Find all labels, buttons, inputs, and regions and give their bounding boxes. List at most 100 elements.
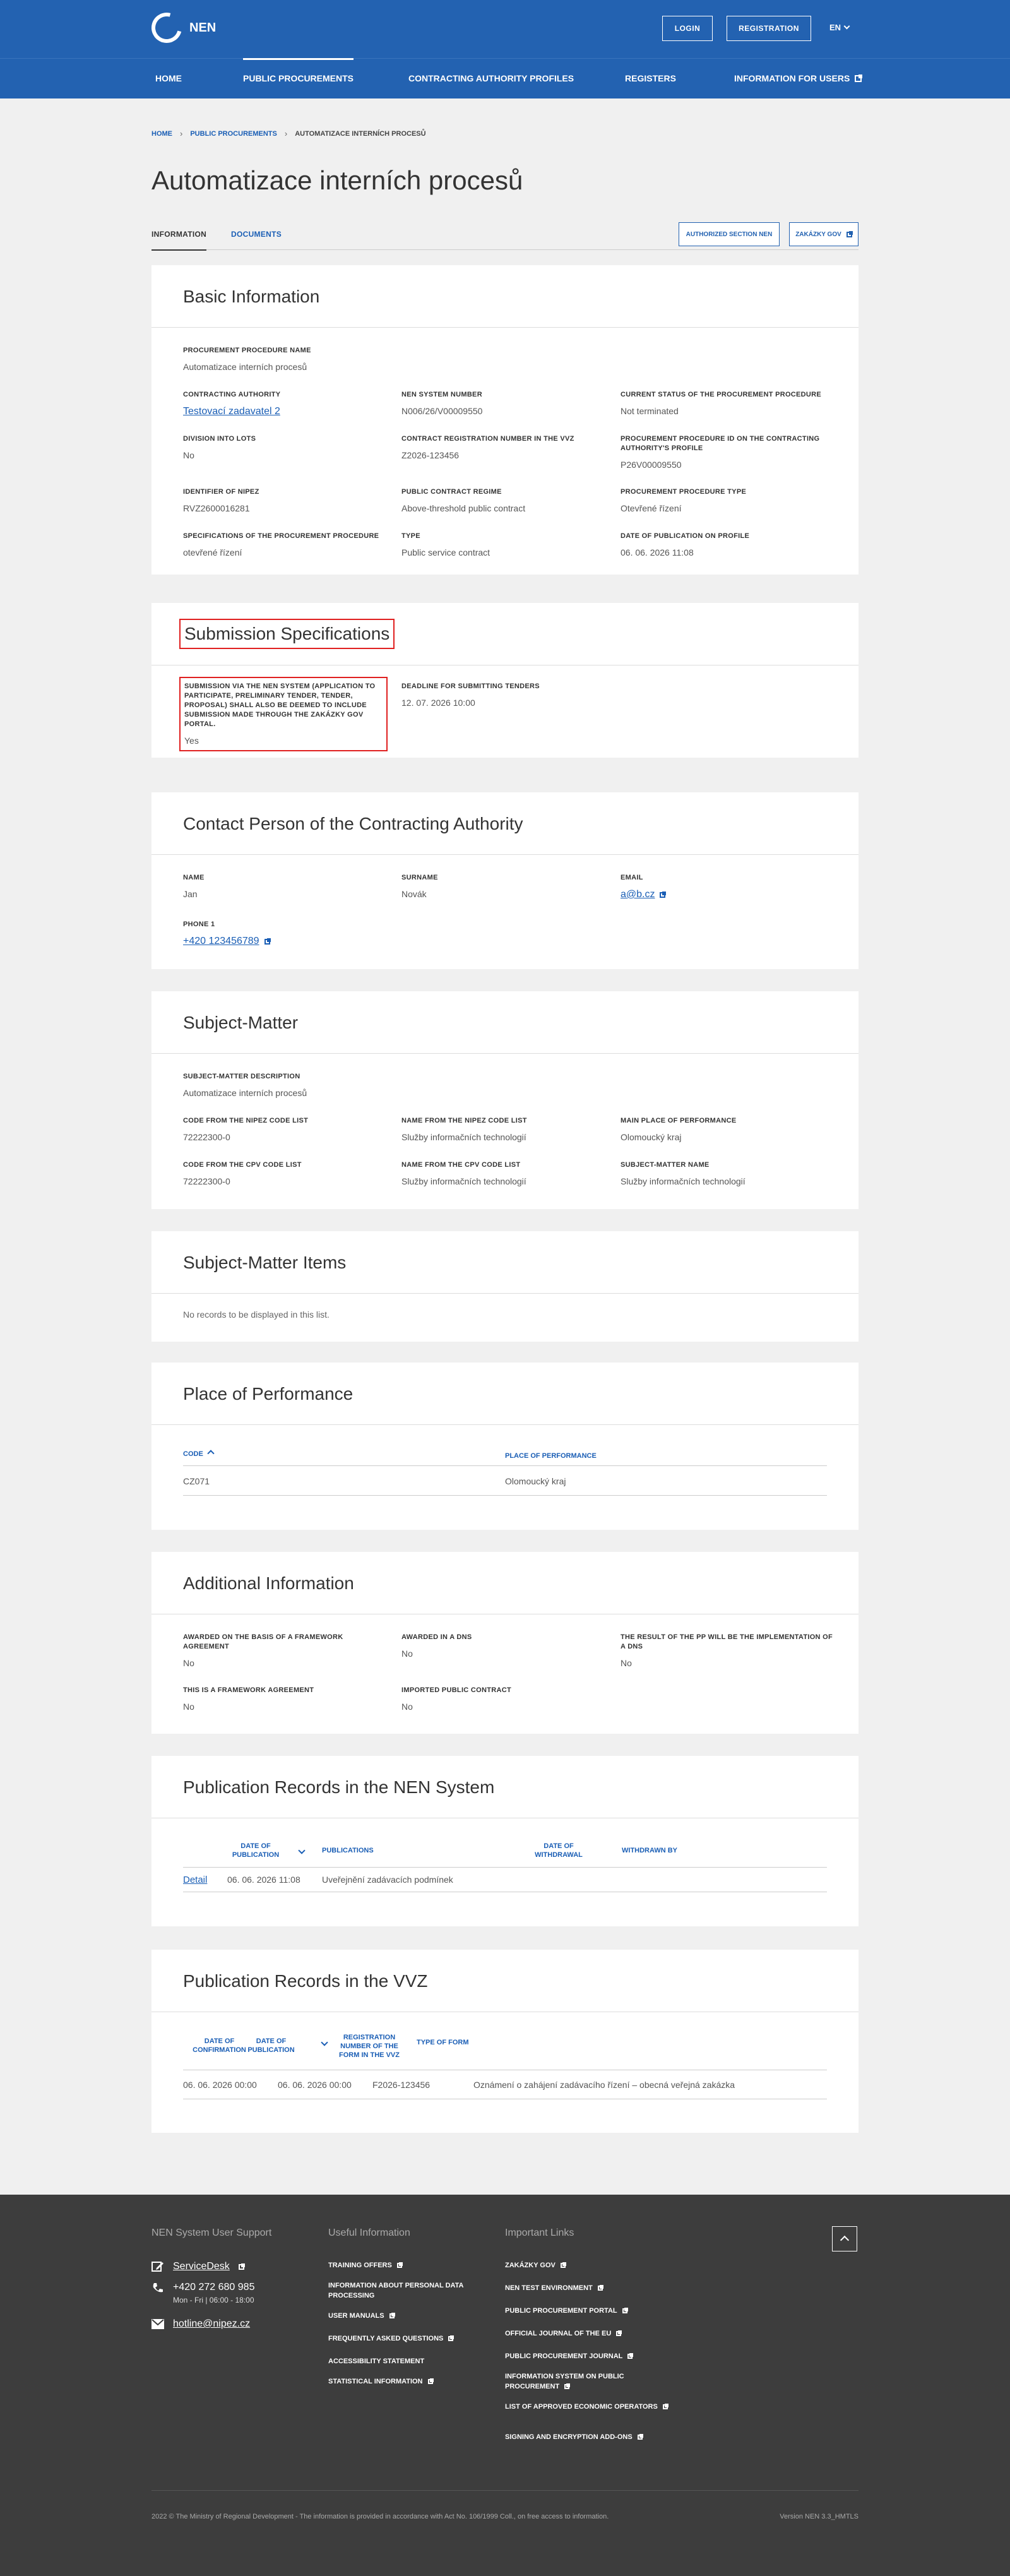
nav-information-for-users[interactable]: INFORMATION FOR USERS <box>734 58 863 98</box>
column-header-date-of-publication[interactable]: DATE OF PUBLICATION <box>230 1842 281 1859</box>
breadcrumb: HOME › PUBLIC PROCUREMENTS › AUTOMATIZAC… <box>152 129 426 138</box>
card-title: Submission Specifications <box>179 619 395 649</box>
field-value: Služby informačních technologií <box>621 1176 746 1186</box>
submission-card: Submission Specifications SUBMISSION VIA… <box>152 603 858 758</box>
footer-link-oj-eu[interactable]: OFFICIAL JOURNAL OF THE EU <box>505 2329 622 2339</box>
footer-link-nen-test[interactable]: NEN TEST ENVIRONMENT <box>505 2283 603 2293</box>
cell-type-of-form: Oznámení o zahájení zadávacího řízení – … <box>473 2080 735 2090</box>
nav-public-procurements[interactable]: PUBLIC PROCUREMENTS <box>243 58 354 98</box>
field-cpv-name: NAME FROM THE CPV CODE LIST Služby inform… <box>401 1160 603 1187</box>
footer-link-statistical[interactable]: STATISTICAL INFORMATION <box>328 2376 434 2387</box>
footer-link-signing-addons[interactable]: SIGNING AND ENCRYPTION ADD-ONS <box>505 2432 643 2442</box>
tab-information[interactable]: INFORMATION <box>152 230 207 251</box>
email-contact[interactable]: hotline@nipez.cz <box>152 2318 250 2330</box>
sort-descending-icon[interactable] <box>321 2039 328 2046</box>
phone-link[interactable]: +420 123456789 <box>183 936 259 946</box>
field-label: SUBJECT-MATTER NAME <box>621 1161 710 1169</box>
field-value: No <box>183 1702 194 1712</box>
field-surname: SURNAME Novák <box>401 873 603 900</box>
nav-registers[interactable]: REGISTERS <box>625 58 676 98</box>
field-label: PROCUREMENT PROCEDURE ID ON THE CONTRACT… <box>621 435 820 452</box>
subject-matter-card: Subject-Matter SUBJECT-MATTER DESCRIPTIO… <box>152 991 858 1209</box>
breadcrumb-home[interactable]: HOME <box>152 130 172 138</box>
link-label: NEN TEST ENVIRONMENT <box>505 2284 593 2292</box>
phone-contact[interactable]: +420 272 680 985 Mon - Fri | 06:00 - 18:… <box>152 2282 254 2305</box>
field-contracting-authority: CONTRACTING AUTHORITY Testovací zadavatel… <box>183 390 385 417</box>
logo-text: NEN <box>189 20 217 35</box>
detail-link[interactable]: Detail <box>183 1875 207 1885</box>
cell-code: CZ071 <box>183 1476 210 1486</box>
column-header-date-of-withdrawal[interactable]: DATE OF WITHDRAWAL <box>533 1842 584 1859</box>
external-link-icon <box>238 2263 245 2270</box>
column-header-place[interactable]: PLACE OF PERFORMANCE <box>505 1452 597 1460</box>
breadcrumb-public-procurements[interactable]: PUBLIC PROCUREMENTS <box>190 130 277 138</box>
field-subject-name: SUBJECT-MATTER NAME Služby informačních t… <box>621 1160 835 1187</box>
field-label: THIS IS A FRAMEWORK AGREEMENT <box>183 1686 314 1694</box>
field-procedure-name: PROCUREMENT PROCEDURE NAME Automatizace i… <box>183 346 385 373</box>
chevron-right-icon: › <box>180 129 183 138</box>
card-title: Additional Information <box>183 1573 354 1593</box>
column-header-date-of-confirmation[interactable]: DATE OF CONFIRMATION <box>189 2037 249 2054</box>
field-nen-number: NEN SYSTEM NUMBER N006/26/V00009550 <box>401 390 603 417</box>
column-header-withdrawn-by[interactable]: WITHDRAWN BY <box>622 1846 677 1855</box>
footer-link-personal-data[interactable]: INFORMATION ABOUT PERSONAL DATA PROCESSI… <box>328 2281 473 2301</box>
footer-link-accessibility[interactable]: ACCESSIBILITY STATEMENT <box>328 2356 424 2366</box>
contact-card: Contact Person of the Contracting Author… <box>152 792 858 969</box>
link-label: SIGNING AND ENCRYPTION ADD-ONS <box>505 2433 633 2441</box>
column-header-code[interactable]: CODE <box>183 1450 215 1458</box>
external-link-icon <box>855 74 863 82</box>
field-label: NAME FROM THE CPV CODE LIST <box>401 1161 521 1169</box>
field-label: IMPORTED PUBLIC CONTRACT <box>401 1686 512 1694</box>
footer-link-user-manuals[interactable]: USER MANUALS <box>328 2311 395 2321</box>
card-title: Publication Records in the NEN System <box>183 1777 495 1797</box>
card-title: Publication Records in the VVZ <box>183 1971 428 1991</box>
field-value: Jan <box>183 889 198 899</box>
sort-descending-icon[interactable] <box>298 1847 306 1854</box>
column-header-type-of-form[interactable]: TYPE OF FORM <box>417 2038 469 2047</box>
footer-link-zakazky-gov[interactable]: ZAKÁZKY GOV <box>505 2260 566 2270</box>
language-selector[interactable]: EN <box>829 23 850 32</box>
field-value: Above-threshold public contract <box>401 503 526 513</box>
field-label: NAME <box>183 874 205 881</box>
footer-link-training[interactable]: TRAINING OFFERS <box>328 2260 403 2270</box>
field-specifications: SPECIFICATIONS OF THE PROCUREMENT PROCED… <box>183 532 385 558</box>
field-value: No <box>401 1649 413 1659</box>
field-is-framework-agreement: THIS IS A FRAMEWORK AGREEMENT No <box>183 1686 385 1712</box>
login-button[interactable]: LOGIN <box>662 16 713 41</box>
contracting-authority-link[interactable]: Testovací zadavatel 2 <box>183 406 280 417</box>
zakazky-gov-button[interactable]: ZAKÁZKY GOV <box>789 222 858 246</box>
external-link-icon <box>616 2330 622 2337</box>
footer-support-title: NEN System User Support <box>152 2227 272 2238</box>
external-link-icon <box>396 2262 403 2269</box>
nav-info-label: INFORMATION FOR USERS <box>734 73 850 83</box>
field-label: SURNAME <box>401 874 438 881</box>
column-header-registration-number[interactable]: REGISTRATION NUMBER OF THE FORM IN THE V… <box>335 2033 404 2060</box>
field-label: PROCUREMENT PROCEDURE NAME <box>183 347 311 354</box>
field-deadline: DEADLINE FOR SUBMITTING TENDERS 12. 07. 2… <box>401 682 603 708</box>
column-header-date-of-publication[interactable]: DATE OF PUBLICATION <box>241 2037 301 2054</box>
footer-link-pp-journal[interactable]: PUBLIC PROCUREMENT JOURNAL <box>505 2351 634 2361</box>
authorized-section-button[interactable]: AUTHORIZED SECTION NEN <box>679 222 780 246</box>
logo[interactable]: NEN <box>146 7 217 49</box>
registration-button[interactable]: REGISTRATION <box>727 16 811 41</box>
card-title: Place of Performance <box>183 1384 354 1404</box>
footer-link-faq[interactable]: FREQUENTLY ASKED QUESTIONS <box>328 2334 454 2344</box>
field-vvz-number: CONTRACT REGISTRATION NUMBER IN THE VVZ Z… <box>401 434 603 461</box>
field-value: 72222300-0 <box>183 1132 230 1142</box>
table-header-line <box>183 1867 827 1868</box>
nav-home[interactable]: HOME <box>155 58 182 98</box>
scroll-to-top-button[interactable] <box>832 2226 857 2251</box>
email-link[interactable]: a@b.cz <box>621 889 655 900</box>
footer-link-approved-operators[interactable]: LIST OF APPROVED ECONOMIC OPERATORS <box>505 2402 669 2412</box>
nav-contracting-authority-profiles[interactable]: CONTRACTING AUTHORITY PROFILES <box>408 58 574 98</box>
footer-link-pp-portal[interactable]: PUBLIC PROCUREMENT PORTAL <box>505 2306 628 2316</box>
external-link-icon <box>622 2308 628 2314</box>
servicedesk-link[interactable]: ServiceDesk <box>152 2260 245 2273</box>
column-header-publications[interactable]: PUBLICATIONS <box>322 1846 374 1855</box>
footer-link-isvz[interactable]: INFORMATION SYSTEM ON PUBLIC PROCUREMENT <box>505 2371 656 2392</box>
tab-documents[interactable]: DOCUMENTS <box>231 230 282 239</box>
footer-divider <box>152 2490 858 2491</box>
card-title: Basic Information <box>183 287 320 306</box>
field-awarded-in-dns: AWARDED IN A DNS No <box>401 1633 603 1659</box>
link-label: USER MANUALS <box>328 2312 384 2320</box>
